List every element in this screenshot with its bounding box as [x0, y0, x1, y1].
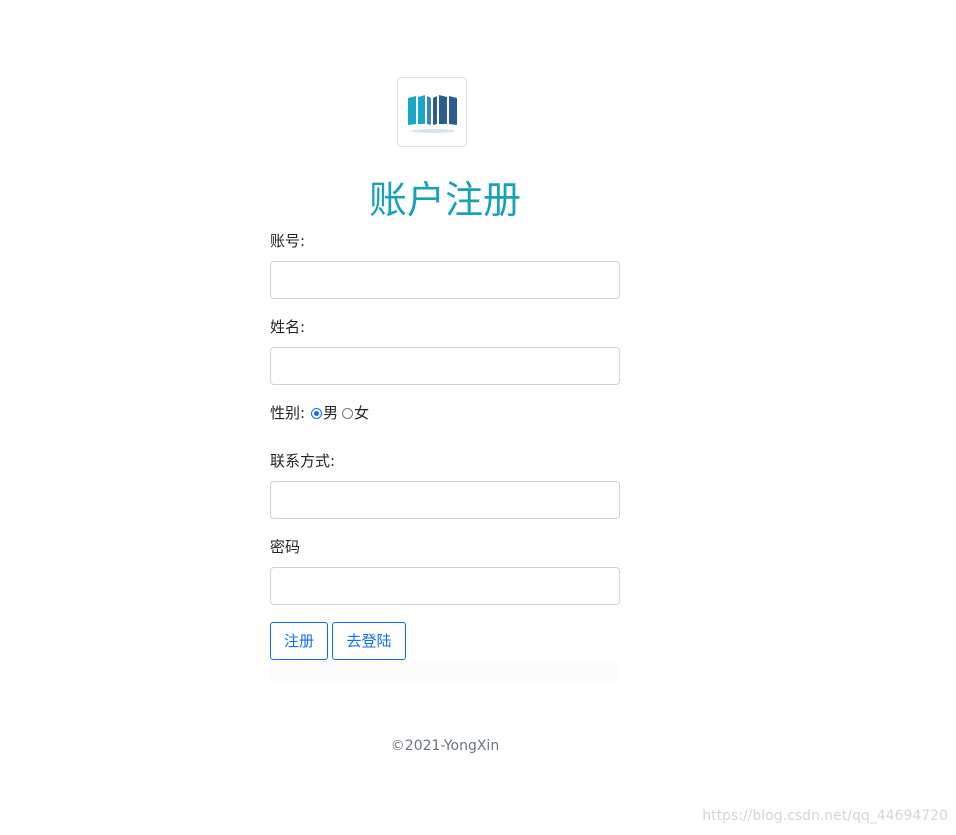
gender-group: 性别: 男 女: [270, 401, 369, 425]
name-label: 姓名:: [270, 318, 306, 336]
register-button[interactable]: 注册: [270, 622, 328, 660]
account-label: 账号:: [270, 232, 306, 250]
gender-option-male-label[interactable]: 男: [323, 401, 338, 425]
message-area: [270, 661, 620, 683]
password-input[interactable]: [270, 567, 620, 605]
watermark-text: https://blog.csdn.net/qq_44694720: [702, 808, 948, 824]
contact-label: 联系方式:: [270, 452, 336, 470]
name-input[interactable]: [270, 347, 620, 385]
page-title: 账户注册: [368, 178, 521, 222]
gender-label: 性别:: [270, 404, 306, 422]
gender-radio-female[interactable]: [342, 408, 354, 419]
footer-copyright: ©2021-YongXin: [390, 738, 500, 754]
open-book-icon: [408, 95, 457, 133]
logo-box: [397, 77, 467, 147]
contact-input[interactable]: [270, 481, 620, 519]
register-page: 账户注册 账号: 姓名: 性别: 男 女 联系方式: 密码 注册 去登陆 ©20…: [0, 0, 956, 835]
gender-option-female-label[interactable]: 女: [354, 401, 369, 425]
account-input[interactable]: [270, 261, 620, 299]
password-label: 密码: [270, 538, 301, 556]
go-login-button[interactable]: 去登陆: [332, 622, 406, 660]
gender-radio-male[interactable]: [311, 408, 323, 419]
